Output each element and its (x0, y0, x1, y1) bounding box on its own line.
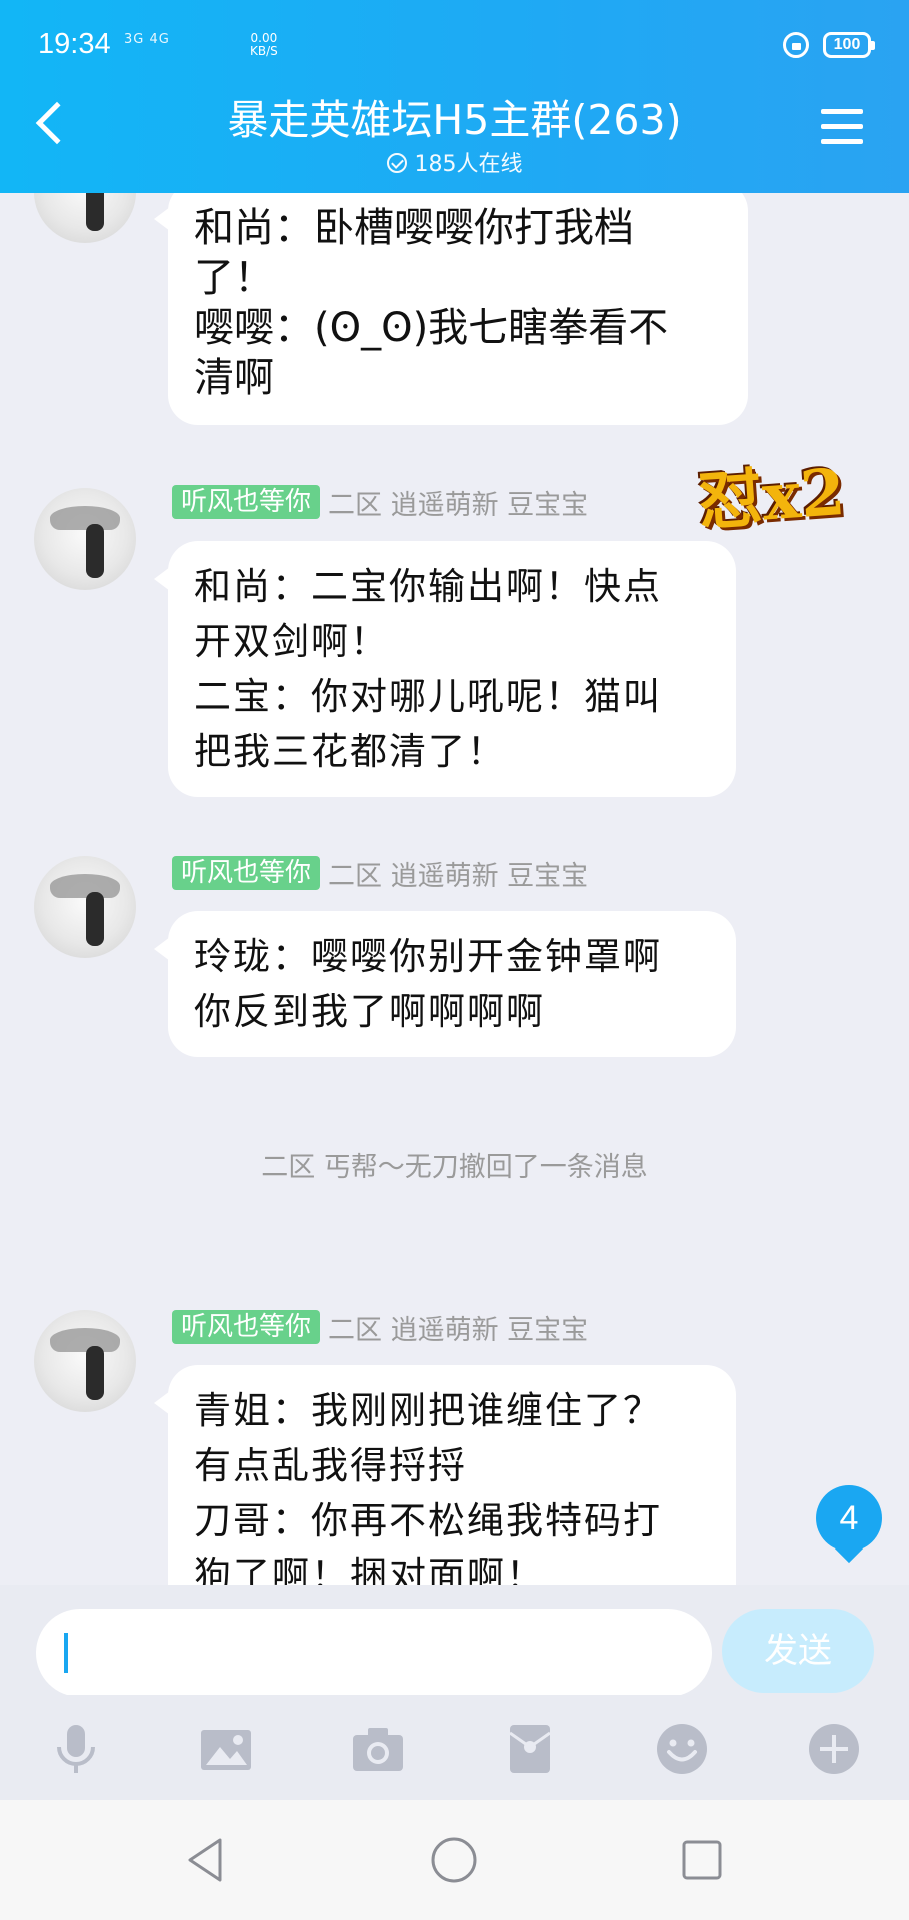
chat-header: 19:34 3G 4G 0.00 KB/S 100 暴走英雄坛H5主群(263)… (0, 0, 909, 193)
message-line: 清啊 (194, 355, 274, 401)
message-line: 嘤嘤：(ʘ_ʘ)我七瞎拳看不 (194, 305, 669, 351)
group-title: 暴走英雄坛H5主群(263) (227, 96, 682, 144)
message-line: 开双剑啊！ (194, 620, 389, 663)
sticker-emoji[interactable]: 怼x2 (695, 441, 848, 543)
online-check-icon (386, 153, 407, 173)
status-time: 19:34 (38, 28, 111, 60)
image-icon[interactable] (198, 1721, 254, 1777)
sender-name: 二区 逍遥萌新 豆宝宝 (328, 860, 589, 892)
unread-count-badge[interactable]: 4 (816, 1485, 909, 1564)
avatar[interactable] (34, 856, 136, 958)
battery-icon: 100 (823, 32, 875, 58)
avatar[interactable] (34, 488, 136, 590)
message-line: 了！ (194, 255, 274, 301)
system-nav-bar (0, 1800, 909, 1920)
message-line: 你反到我了啊啊啊啊 (194, 990, 545, 1033)
sender-title-tag: 听风也等你 (172, 856, 321, 890)
chat-scroll-area[interactable]: 和尚：卧槽嘤嘤你打我档 了！ 嘤嘤：(ʘ_ʘ)我七瞎拳看不 清啊 怼x2 听风也… (0, 193, 909, 1585)
microphone-icon[interactable] (48, 1721, 104, 1777)
message-bubble[interactable]: 和尚：二宝你输出啊！快点 开双剑啊！ 二宝：你对哪儿吼呢！猫叫 把我三花都清了！ (154, 541, 736, 797)
nav-recents-button[interactable] (676, 1834, 728, 1886)
camera-icon[interactable] (350, 1721, 406, 1777)
avatar[interactable] (34, 193, 136, 243)
message-line: 把我三花都清了！ (194, 730, 506, 773)
message-line: 有点乱我得捋捋 (194, 1444, 467, 1487)
message-line: 和尚：卧槽嘤嘤你打我档 (194, 205, 634, 251)
online-count: 185人在线 (0, 146, 909, 178)
sender-title-tag: 听风也等你 (172, 485, 321, 519)
sender-name: 二区 逍遥萌新 豆宝宝 (328, 489, 589, 521)
sender-meta: 听风也等你 二区 逍遥萌新 豆宝宝 (172, 484, 589, 521)
recall-notice: 二区 丐帮～无刀撤回了一条消息 (261, 1152, 648, 1183)
network-speed-unit: KB/S (250, 44, 278, 58)
message-bubble[interactable]: 青姐：我刚刚把谁缠住了？ 有点乱我得捋捋 刀哥：你再不松绳我特码打 狗了啊！捆对… (154, 1365, 736, 1585)
message-line: 狗了啊！捆对面啊！ (194, 1554, 545, 1585)
avatar[interactable] (34, 1310, 136, 1412)
sender-meta: 听风也等你 二区 逍遥萌新 豆宝宝 (172, 855, 589, 892)
message-line: 二宝：你对哪儿吼呢！猫叫 (194, 675, 662, 718)
send-button[interactable]: 发送 (722, 1609, 874, 1693)
network-speed: 0.00 KB/S (250, 32, 278, 58)
text-caret (64, 1633, 68, 1673)
nav-home-button[interactable] (428, 1834, 480, 1886)
emoji-icon[interactable] (654, 1721, 710, 1777)
nav-back-button[interactable] (180, 1834, 232, 1886)
status-bar: 19:34 3G 4G 0.00 KB/S 100 (38, 26, 875, 66)
sender-title-tag: 听风也等你 (172, 1310, 321, 1344)
message-line: 和尚：二宝你输出啊！快点 (194, 565, 662, 608)
message-line: 玲珑：嘤嘤你别开金钟罩啊 (194, 935, 662, 978)
message-bubble[interactable]: 玲珑：嘤嘤你别开金钟罩啊 你反到我了啊啊啊啊 (154, 911, 736, 1057)
message-input[interactable] (36, 1609, 712, 1697)
composer: 发送 (0, 1585, 909, 1697)
rotation-lock-icon (783, 32, 809, 58)
plus-icon[interactable] (806, 1721, 862, 1777)
menu-button[interactable] (821, 109, 863, 145)
input-toolbar (0, 1695, 909, 1800)
red-packet-icon[interactable] (502, 1721, 558, 1777)
network-indicator: 3G 4G (124, 32, 170, 47)
sender-name: 二区 逍遥萌新 豆宝宝 (328, 1314, 589, 1346)
unread-count: 4 (816, 1485, 882, 1551)
message-line: 青姐：我刚刚把谁缠住了？ (194, 1389, 662, 1432)
online-count-text: 185人在线 (414, 152, 523, 177)
message-line: 刀哥：你再不松绳我特码打 (194, 1499, 662, 1542)
sender-meta: 听风也等你 二区 逍遥萌新 豆宝宝 (172, 1309, 589, 1346)
message-bubble[interactable]: 和尚：卧槽嘤嘤你打我档 了！ 嘤嘤：(ʘ_ʘ)我七瞎拳看不 清啊 (154, 193, 748, 425)
